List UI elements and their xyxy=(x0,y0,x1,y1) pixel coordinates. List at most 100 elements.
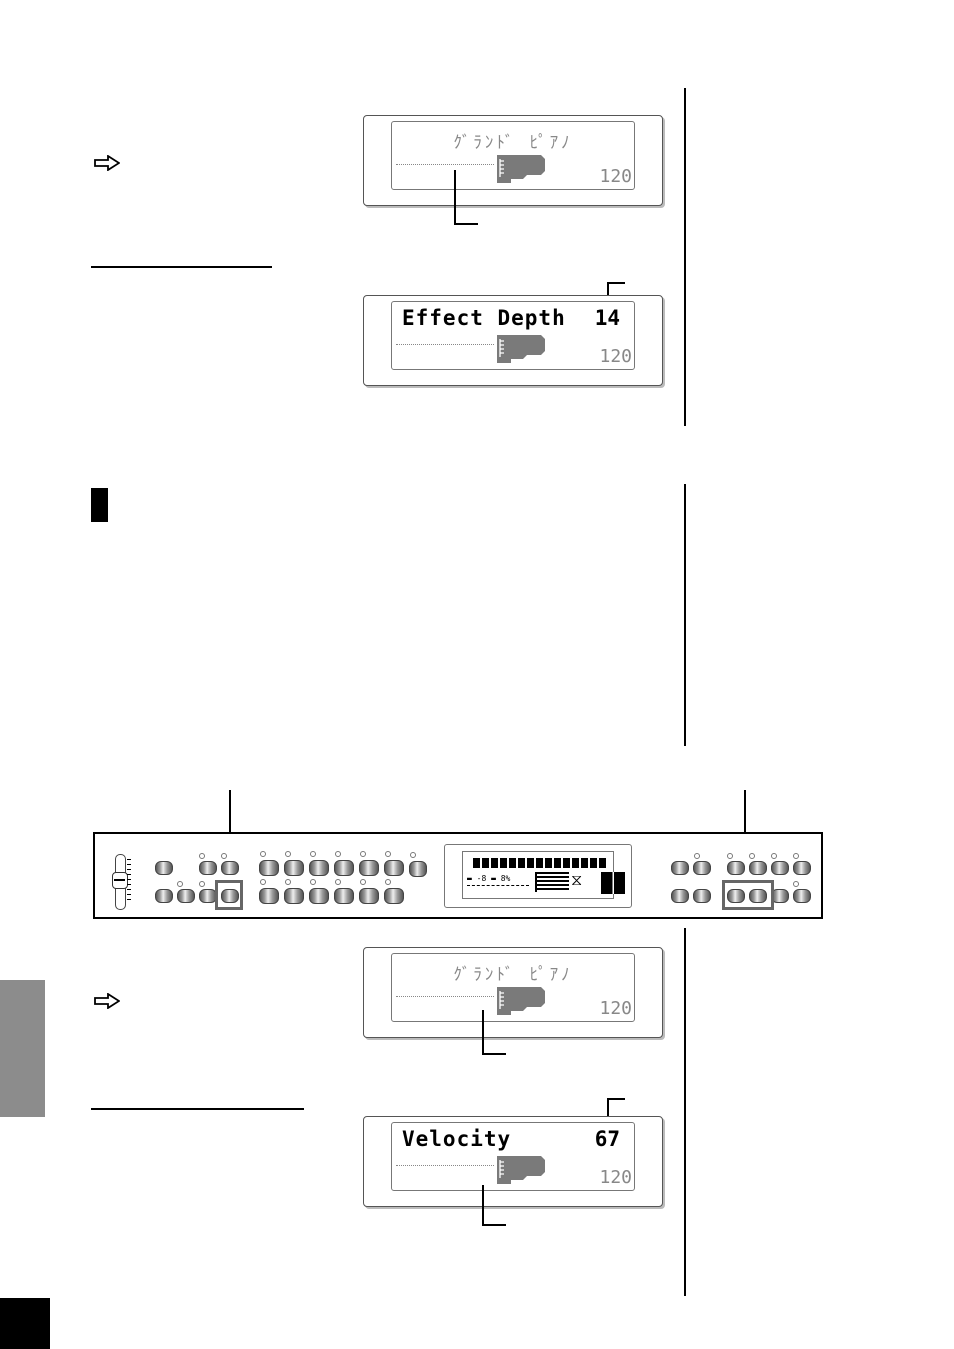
indicator-led xyxy=(360,879,366,885)
voice-button[interactable] xyxy=(309,888,329,904)
lcd-segment xyxy=(572,858,579,868)
lcd-segment xyxy=(545,858,552,868)
dotted-line xyxy=(396,996,494,997)
lcd-display-voice-2: ｸﾞﾗﾝﾄﾞ ﾋﾟｱﾉ 120 xyxy=(363,947,663,1038)
voice-button[interactable] xyxy=(259,860,279,876)
indicator-led xyxy=(260,851,266,857)
lcd-segment xyxy=(491,858,498,868)
dotted-line xyxy=(396,164,494,165)
voice-button[interactable] xyxy=(359,888,379,904)
panel-button[interactable] xyxy=(793,889,811,903)
up-button[interactable] xyxy=(693,889,711,903)
section-marker-bar xyxy=(91,488,108,522)
lcd-segment xyxy=(527,858,534,868)
callout-line xyxy=(454,170,456,224)
panel-button[interactable] xyxy=(693,861,711,875)
lcd-segment xyxy=(536,858,543,868)
indicator-led xyxy=(310,851,316,857)
voice-button[interactable] xyxy=(384,860,404,876)
panel-button[interactable] xyxy=(155,861,173,875)
lcd-segment xyxy=(482,858,489,868)
lcd-segment xyxy=(581,858,588,868)
piano-icon xyxy=(497,1156,545,1184)
voice-button[interactable] xyxy=(334,888,354,904)
highlight-box xyxy=(722,880,774,910)
voice-button[interactable] xyxy=(284,888,304,904)
piano-icon xyxy=(497,155,545,183)
panel-button[interactable] xyxy=(177,889,195,903)
chapter-side-tab xyxy=(0,980,45,1117)
voice-button[interactable] xyxy=(359,860,379,876)
hollow-right-arrow-icon xyxy=(94,993,120,1009)
slider-scale xyxy=(127,859,131,903)
panel-lcd: ▬ -8 ▬ 8% ⧖ xyxy=(444,844,632,908)
callout-line xyxy=(482,1185,484,1225)
voice-name-text: ｸﾞﾗﾝﾄﾞ ﾋﾟｱﾉ xyxy=(453,133,573,153)
column-divider-3 xyxy=(684,928,686,1296)
lcd-segment xyxy=(563,858,570,868)
lcd-segment xyxy=(554,858,561,868)
lcd-segment xyxy=(500,858,507,868)
voice-button[interactable] xyxy=(259,888,279,904)
dotted-line xyxy=(396,344,494,345)
column-divider-2 xyxy=(684,484,686,746)
indicator-led xyxy=(335,851,341,857)
tempo-readout: 120 xyxy=(599,346,632,367)
lcd-segment xyxy=(473,858,480,868)
heading-underline-1 xyxy=(91,266,272,268)
lcd-segment xyxy=(590,858,597,868)
callout-line xyxy=(607,282,625,284)
indicator-led xyxy=(285,851,291,857)
callout-line xyxy=(607,1098,625,1100)
param-value: 14 xyxy=(594,306,620,330)
lcd-display-velocity: Velocity 67 120 xyxy=(363,1116,663,1207)
panel-button[interactable] xyxy=(727,861,745,875)
column-divider-1 xyxy=(684,88,686,426)
highlight-box xyxy=(215,880,243,910)
voice-name-text: ｸﾞﾗﾝﾄﾞ ﾋﾟｱﾉ xyxy=(453,965,573,985)
voice-button[interactable] xyxy=(334,860,354,876)
param-label: Effect Depth xyxy=(402,306,566,330)
lcd-segment xyxy=(509,858,516,868)
lcd-segment-bar xyxy=(473,858,606,868)
param-value: 67 xyxy=(594,1127,620,1151)
voice-button[interactable] xyxy=(409,861,427,877)
panel-button[interactable] xyxy=(155,889,173,903)
lcd-display-effect-depth: Effect Depth 14 120 xyxy=(363,295,663,386)
lcd-segment xyxy=(599,858,606,868)
callout-line xyxy=(454,223,478,225)
panel-button[interactable] xyxy=(671,861,689,875)
down-button[interactable] xyxy=(671,889,689,903)
panel-button[interactable] xyxy=(771,861,789,875)
panel-button[interactable] xyxy=(793,861,811,875)
lcd-block xyxy=(601,872,625,894)
piano-icon xyxy=(497,987,545,1015)
indicator-led xyxy=(285,879,291,885)
indicator-led xyxy=(385,851,391,857)
piano-icon xyxy=(497,335,545,363)
indicator-led xyxy=(260,879,266,885)
indicator-led xyxy=(335,879,341,885)
panel-button[interactable] xyxy=(749,861,767,875)
heading-underline-2 xyxy=(91,1108,304,1110)
metronome-icon: ⧖ xyxy=(571,870,583,889)
hollow-right-arrow-icon xyxy=(94,155,120,171)
panel-button[interactable] xyxy=(221,861,239,875)
voice-button[interactable] xyxy=(309,860,329,876)
callout-line xyxy=(482,1010,484,1054)
lcd-display-voice-1: ｸﾞﾗﾝﾄﾞ ﾋﾟｱﾉ 120 xyxy=(363,115,663,206)
indicator-led xyxy=(410,852,416,858)
voice-button[interactable] xyxy=(284,860,304,876)
tempo-readout: 120 xyxy=(599,166,632,187)
dotted-line xyxy=(396,1165,494,1166)
control-panel-diagram: ▬ -8 ▬ 8% ⧖ xyxy=(93,832,823,919)
indicator-led xyxy=(360,851,366,857)
callout-line xyxy=(482,1224,506,1226)
voice-button[interactable] xyxy=(384,888,404,904)
indicator-led xyxy=(310,879,316,885)
lcd-grid xyxy=(535,872,569,892)
tempo-readout: 120 xyxy=(599,1167,632,1188)
callout-line xyxy=(482,1053,506,1055)
indicator-led xyxy=(385,879,391,885)
panel-button[interactable] xyxy=(199,861,217,875)
